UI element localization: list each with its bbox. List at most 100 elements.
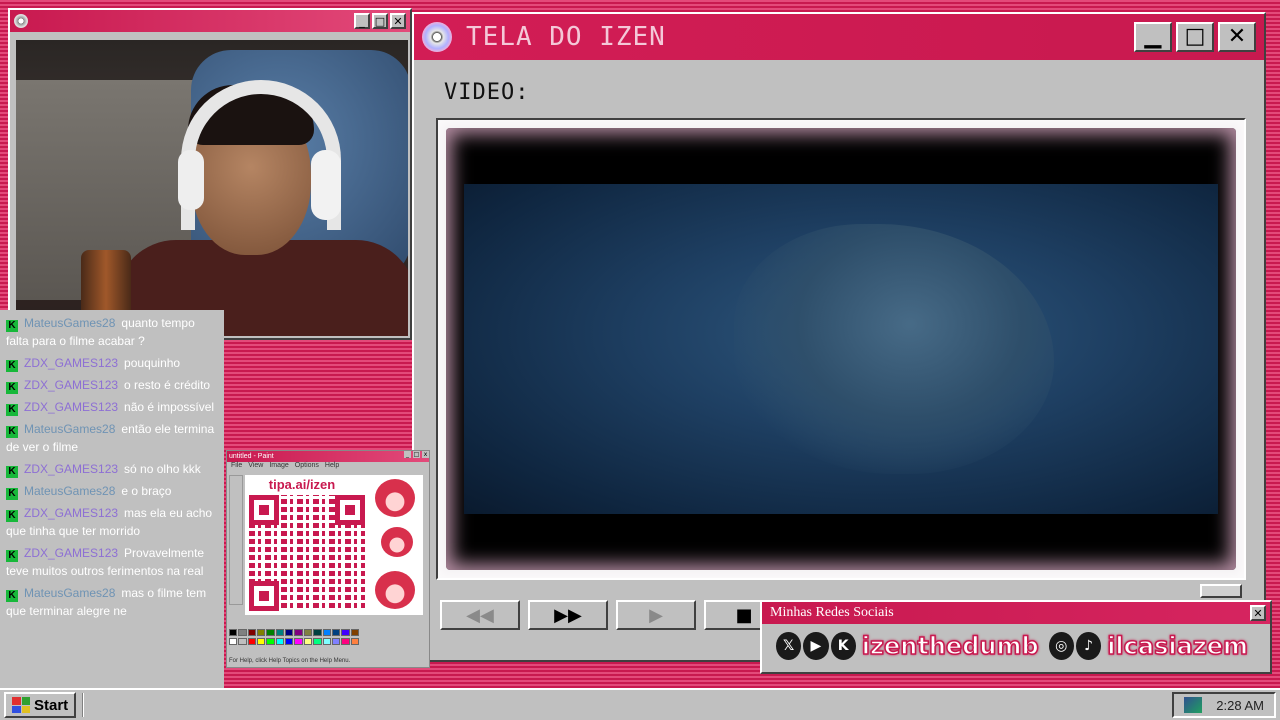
mascot-icon bbox=[381, 527, 413, 557]
social-title: Minhas Redes Sociais bbox=[770, 605, 894, 620]
minimize-button[interactable]: ▁ bbox=[1134, 22, 1172, 52]
disc-icon bbox=[14, 14, 28, 28]
webcam-title-bar[interactable]: _ □ ✕ bbox=[10, 10, 410, 32]
close-button[interactable]: ✕ bbox=[1250, 605, 1266, 621]
chat-username[interactable]: MateusGames28 bbox=[24, 586, 115, 600]
chat-message: K ZDX_GAMES123 não é impossível bbox=[6, 398, 218, 416]
mascot-icon bbox=[375, 479, 415, 517]
taskbar: Start 2:28 AM bbox=[0, 688, 1280, 720]
minimize-button[interactable]: _ bbox=[354, 13, 370, 29]
paint-title: untitled - Paint bbox=[229, 453, 274, 460]
paint-status-bar: For Help, click Help Topics on the Help … bbox=[229, 658, 351, 664]
chat-messages: K MateusGames28 quanto tempo falta para o … bbox=[6, 314, 218, 620]
instagram-icon[interactable]: ◎ bbox=[1048, 632, 1074, 660]
x-icon[interactable]: 𝕏 bbox=[776, 632, 802, 660]
menu-file[interactable]: File bbox=[231, 462, 242, 472]
fast-forward-button[interactable]: ▶▶ bbox=[528, 600, 608, 630]
paint-menu-bar: File View Image Options Help bbox=[227, 462, 429, 472]
maximize-button[interactable]: □ bbox=[1176, 22, 1214, 52]
minimize-button[interactable]: _ bbox=[404, 451, 411, 458]
chat-text: o resto é crédito bbox=[124, 378, 211, 392]
window-title: TELA DO IZEN bbox=[466, 22, 666, 52]
paint-canvas[interactable]: tipa.ai/izen bbox=[245, 475, 423, 615]
kick-badge-icon: K bbox=[6, 360, 18, 372]
social-title-bar: Minhas Redes Sociais ✕ bbox=[762, 602, 1270, 624]
windows-logo-icon bbox=[12, 697, 30, 713]
color-palette[interactable] bbox=[229, 629, 359, 645]
chat-username[interactable]: MateusGames28 bbox=[24, 422, 115, 436]
start-button[interactable]: Start bbox=[4, 692, 77, 718]
maximize-button[interactable]: □ bbox=[372, 13, 388, 29]
kick-badge-icon: K bbox=[6, 426, 18, 438]
main-title-bar[interactable]: TELA DO IZEN ▁ □ ✕ bbox=[414, 14, 1264, 60]
chat-text: e o braço bbox=[121, 484, 172, 498]
menu-options[interactable]: Options bbox=[295, 462, 319, 472]
menu-image[interactable]: Image bbox=[269, 462, 288, 472]
kick-badge-icon: K bbox=[6, 590, 18, 602]
video-label: VIDEO: bbox=[444, 80, 530, 105]
social-links: 𝕏 ▶ K izenthedumb ◎ ♪ ilcasiazem bbox=[762, 624, 1270, 668]
chat-username[interactable]: ZDX_GAMES123 bbox=[24, 462, 118, 476]
playback-controls: ◀◀ ▶▶ ▶ ■ bbox=[440, 600, 784, 630]
chat-message: K ZDX_GAMES123 pouquinho bbox=[6, 354, 218, 372]
paint-title-bar[interactable]: untitled - Paint _ □ x bbox=[227, 451, 429, 462]
network-icon[interactable] bbox=[1184, 697, 1203, 713]
close-button[interactable]: ✕ bbox=[390, 13, 406, 29]
menu-view[interactable]: View bbox=[248, 462, 263, 472]
social-handle-primary[interactable]: izenthedumb bbox=[861, 631, 1039, 661]
tipa-url: tipa.ai/izen bbox=[268, 477, 336, 492]
chat-message: K ZDX_GAMES123 Provavelmente teve muitos o… bbox=[6, 544, 218, 580]
chat-message: K MateusGames28 então ele termina de ver o… bbox=[6, 420, 218, 456]
system-tray: 2:28 AM bbox=[1172, 692, 1276, 718]
clock[interactable]: 2:28 AM bbox=[1216, 698, 1264, 713]
chat-text: não é impossível bbox=[124, 400, 215, 414]
chat-username[interactable]: MateusGames28 bbox=[24, 484, 115, 498]
seek-thumb[interactable] bbox=[1200, 584, 1242, 598]
chat-username[interactable]: ZDX_GAMES123 bbox=[24, 378, 118, 392]
chat-username[interactable]: MateusGames28 bbox=[24, 316, 115, 330]
menu-help[interactable]: Help bbox=[325, 462, 339, 472]
cd-icon bbox=[422, 22, 452, 52]
chat-username[interactable]: ZDX_GAMES123 bbox=[24, 546, 118, 560]
kick-badge-icon: K bbox=[6, 510, 18, 522]
taskbar-divider bbox=[82, 693, 85, 717]
close-button[interactable]: ✕ bbox=[1218, 22, 1256, 52]
chat-username[interactable]: ZDX_GAMES123 bbox=[24, 400, 118, 414]
chat-message: K ZDX_GAMES123 mas ela eu acho que tinha q… bbox=[6, 504, 218, 540]
chat-message: K MateusGames28 e o braço bbox=[6, 482, 218, 500]
webcam-window: _ □ ✕ bbox=[8, 8, 412, 340]
video-player[interactable] bbox=[446, 128, 1236, 570]
chat-message: K MateusGames28 quanto tempo falta para o … bbox=[6, 314, 218, 350]
kick-badge-icon: K bbox=[6, 488, 18, 500]
play-button[interactable]: ▶ bbox=[616, 600, 696, 630]
paint-window: untitled - Paint _ □ x File View Image O… bbox=[226, 450, 430, 668]
video-scene bbox=[464, 184, 1218, 514]
main-window: TELA DO IZEN ▁ □ ✕ VIDEO: ◀◀ ▶▶ ▶ ■ bbox=[412, 12, 1266, 662]
kick-badge-icon: K bbox=[6, 320, 18, 332]
kick-badge-icon: K bbox=[6, 404, 18, 416]
qr-code bbox=[249, 495, 365, 611]
youtube-icon[interactable]: ▶ bbox=[803, 632, 829, 660]
chat-message: K ZDX_GAMES123 o resto é crédito bbox=[6, 376, 218, 394]
paint-toolbox[interactable] bbox=[229, 475, 243, 605]
chat-text: pouquinho bbox=[124, 356, 181, 370]
chat-message: K MateusGames28 mas o filme tem que termin… bbox=[6, 584, 218, 620]
kick-icon[interactable]: K bbox=[830, 632, 856, 660]
chat-panel: K MateusGames28 quanto tempo falta para o … bbox=[0, 310, 224, 688]
chat-text: só no olho kkk bbox=[124, 462, 201, 476]
maximize-button[interactable]: □ bbox=[413, 451, 420, 458]
chat-message: K ZDX_GAMES123 só no olho kkk bbox=[6, 460, 218, 478]
kick-badge-icon: K bbox=[6, 466, 18, 478]
close-button[interactable]: x bbox=[422, 451, 429, 458]
tiktok-icon[interactable]: ♪ bbox=[1075, 632, 1102, 660]
creature-silhouette bbox=[734, 224, 1054, 474]
kick-badge-icon: K bbox=[6, 550, 18, 562]
kick-badge-icon: K bbox=[6, 382, 18, 394]
mascot-icon bbox=[375, 571, 415, 609]
video-frame bbox=[436, 118, 1246, 580]
social-handle-secondary[interactable]: ilcasiazem bbox=[1106, 631, 1248, 661]
rewind-button[interactable]: ◀◀ bbox=[440, 600, 520, 630]
chat-username[interactable]: ZDX_GAMES123 bbox=[24, 356, 118, 370]
start-label: Start bbox=[34, 696, 69, 714]
chat-username[interactable]: ZDX_GAMES123 bbox=[24, 506, 118, 520]
